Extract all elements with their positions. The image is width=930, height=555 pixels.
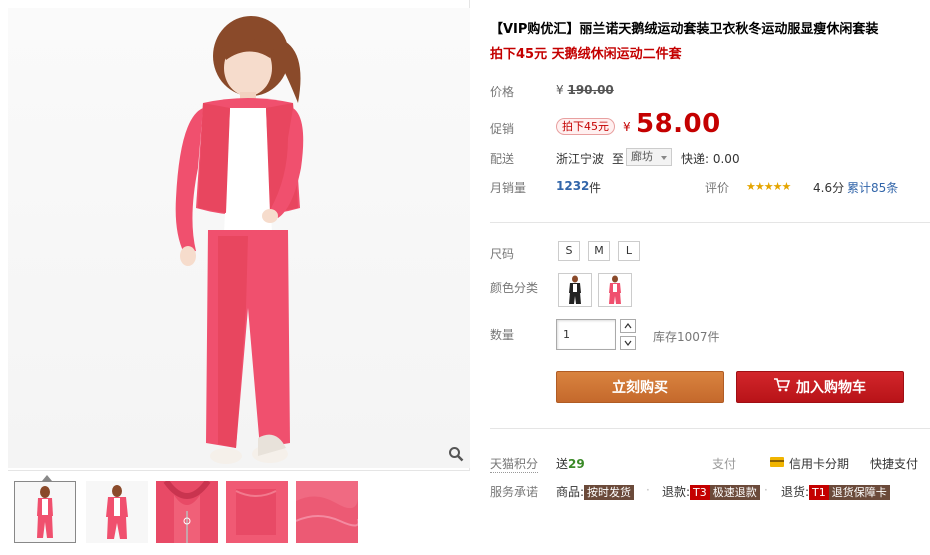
thumbnail-4[interactable] bbox=[226, 481, 288, 543]
rating-score: 4.6分 bbox=[813, 181, 845, 195]
separator-dot: · bbox=[764, 483, 768, 497]
price-label: 价格 bbox=[490, 85, 515, 99]
delivery-from: 浙江宁波 bbox=[556, 152, 605, 166]
product-details: 【VIP购优汇】丽兰诺天鹅绒运动套装卫衣秋冬运动服显瘦休闲套装 拍下45元 天鹅… bbox=[490, 0, 930, 555]
chevron-down-icon bbox=[661, 156, 667, 160]
thumbnail-2[interactable] bbox=[86, 481, 148, 543]
promo-currency: ¥ bbox=[623, 120, 631, 134]
return-guarantee-badge: 退货保障卡 bbox=[828, 485, 890, 500]
service-fast-refund[interactable]: 退款: T3 极速退款 bbox=[662, 483, 760, 500]
quantity-decrease-button[interactable] bbox=[620, 336, 636, 350]
service-ontime-delivery[interactable]: 商品: 按时发货 bbox=[556, 483, 635, 500]
rating-label: 评价 bbox=[705, 181, 730, 195]
promo-label: 促销 bbox=[490, 122, 515, 136]
delivery-city-select[interactable]: 廊坊 bbox=[626, 148, 672, 166]
divider bbox=[490, 428, 930, 429]
color-option-pink[interactable] bbox=[598, 273, 632, 307]
separator-dot: · bbox=[646, 483, 650, 497]
monthly-sales-unit: 件 bbox=[589, 181, 602, 195]
main-product-image[interactable] bbox=[8, 8, 470, 468]
service-item-prefix: 退款: bbox=[662, 485, 691, 499]
monthly-sales-label: 月销量 bbox=[490, 181, 527, 195]
promo-tag: 拍下45元 bbox=[556, 118, 615, 135]
size-option-s[interactable]: S bbox=[558, 241, 580, 261]
t3-badge: T3 bbox=[690, 485, 710, 500]
service-item-prefix: 商品: bbox=[556, 485, 585, 499]
installment-link[interactable]: 信用卡分期 bbox=[789, 455, 849, 472]
stock-count: 库存1007件 bbox=[653, 330, 720, 344]
promo-price: 58.00 bbox=[636, 109, 721, 139]
chevron-down-icon bbox=[624, 340, 632, 346]
color-label: 颜色分类 bbox=[490, 281, 539, 295]
points-prefix: 送 bbox=[556, 457, 569, 471]
price-currency: ¥ bbox=[556, 83, 564, 97]
quick-pay-link[interactable]: 快捷支付 bbox=[870, 455, 918, 472]
shipping-fee: 快递: 0.00 bbox=[681, 152, 740, 166]
thumbnail-strip bbox=[8, 470, 470, 555]
zoom-icon[interactable] bbox=[446, 444, 466, 464]
points-number: 29 bbox=[568, 457, 585, 471]
monthly-sales-count: 1232 bbox=[556, 179, 590, 193]
quantity-input[interactable]: 1 bbox=[556, 319, 616, 350]
color-option-black[interactable] bbox=[558, 273, 592, 307]
service-promise-label: 服务承诺 bbox=[490, 485, 539, 499]
thumbnail-3[interactable] bbox=[156, 481, 218, 543]
original-price: ¥ 190.00 bbox=[556, 83, 614, 97]
model-illustration bbox=[175, 16, 304, 464]
product-title: 【VIP购优汇】丽兰诺天鹅绒运动套装卫衣秋冬运动服显瘦休闲套装 bbox=[490, 22, 879, 37]
chevron-up-icon bbox=[624, 323, 632, 329]
ontime-badge: 按时发货 bbox=[584, 485, 635, 500]
size-option-l[interactable]: L bbox=[618, 241, 640, 261]
thumbnail-5[interactable] bbox=[296, 481, 358, 543]
buy-now-button[interactable]: 立刻购买 bbox=[556, 371, 724, 403]
size-label: 尺码 bbox=[490, 247, 515, 261]
add-to-cart-label: 加入购物车 bbox=[796, 380, 866, 396]
t1-badge: T1 bbox=[809, 485, 829, 500]
add-to-cart-button[interactable]: 加入购物车 bbox=[736, 371, 904, 403]
service-return-guarantee[interactable]: 退货: T1 退货保障卡 bbox=[781, 483, 890, 500]
credit-card-icon bbox=[770, 457, 784, 467]
cart-icon bbox=[774, 372, 791, 404]
quantity-label: 数量 bbox=[490, 328, 515, 342]
quantity-increase-button[interactable] bbox=[620, 319, 636, 333]
divider bbox=[490, 222, 930, 223]
size-option-m[interactable]: M bbox=[588, 241, 610, 261]
service-item-prefix: 退货: bbox=[781, 485, 810, 499]
payment-label: 支付 bbox=[712, 457, 737, 471]
rating-stars-icon: ★★★★★ bbox=[746, 180, 791, 193]
product-gallery bbox=[0, 0, 470, 555]
delivery-city-value: 廊坊 bbox=[631, 150, 653, 163]
delivery-to-word: 至 bbox=[612, 152, 625, 166]
fast-refund-badge: 极速退款 bbox=[709, 485, 760, 500]
delivery-label: 配送 bbox=[490, 152, 515, 166]
tmall-points-value: 送29 bbox=[556, 455, 585, 472]
review-count-link[interactable]: 累计85条 bbox=[847, 179, 898, 196]
thumbnail-1[interactable] bbox=[14, 481, 76, 543]
tmall-points-label[interactable]: 天猫积分 bbox=[490, 455, 539, 473]
price-value: 190.00 bbox=[567, 83, 614, 97]
product-subtitle: 拍下45元 天鹅绒休闲运动二件套 bbox=[490, 47, 682, 62]
